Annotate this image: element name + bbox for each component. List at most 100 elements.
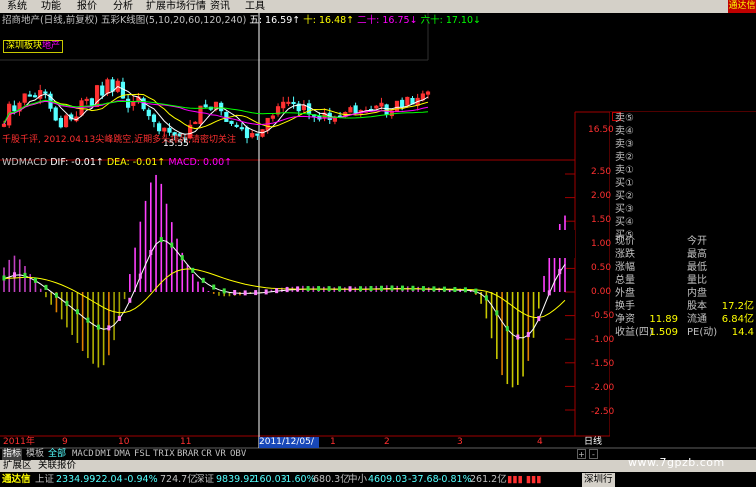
color-candle [421,286,425,292]
period-label[interactable]: 日线 [584,437,602,448]
color-candle [359,286,363,292]
stat-row: 现价 今开 [612,235,756,248]
stat-value: 11.89 [649,314,678,325]
color-candle [233,290,237,296]
candle-body [162,127,167,132]
candle-body [167,127,172,133]
color-candle [96,324,100,330]
candle-body [379,102,384,107]
occlusion-box [272,230,432,258]
order-label: 买① [615,178,634,189]
order-row: 买③ [612,203,756,216]
tab-macd[interactable]: MACD [72,449,94,460]
x-label: 9 [62,437,68,447]
macd-axis-label: -1.00 [591,335,615,345]
sh-pct: -0.94% [124,474,158,485]
menu-news[interactable]: 资讯 [210,0,230,13]
candle-body [100,85,105,96]
sh-value: 2334.99 [56,474,96,485]
stat-label: 最高 [687,249,707,260]
sz-amount: 680.3亿 [313,474,350,485]
color-candle [65,300,69,306]
color-candle [484,295,488,301]
tab-brar[interactable]: BRAR [177,449,199,460]
ext-area-tab[interactable]: 扩展区 [3,460,32,472]
sector-tag[interactable]: 深圳板块地产 [3,40,64,53]
candle-body [239,127,244,130]
color-candle [44,284,48,290]
tab-vr[interactable]: VR [215,449,226,460]
candle-body [146,109,151,117]
tab-cr[interactable]: CR [201,449,212,460]
tab-obv[interactable]: OBV [230,449,246,460]
menu-system[interactable]: 系统 [7,0,27,13]
color-candle [75,309,79,315]
tab-indicator[interactable]: 指标 [2,449,23,460]
related-quote-tab[interactable]: 关联报价 [38,460,76,472]
candle-body [400,99,405,108]
tab-dma[interactable]: DMA [114,449,130,460]
x-label: 4 [537,437,543,447]
color-candle [254,290,258,296]
candle-body [306,103,312,115]
color-candle [243,290,247,296]
stat-label: 今开 [687,236,707,247]
color-candle [327,286,331,292]
color-candle [138,273,142,279]
stat-label: 外盘 [615,288,635,299]
zxb-amount: 261.2亿 [470,474,507,485]
macd-axis-label: -0.50 [591,311,615,321]
menu-ext-market[interactable]: 扩展市场行情 [146,0,206,13]
order-label: 卖⑤ [615,113,634,124]
tab-template[interactable]: 模板 [26,449,44,460]
zoom-in-button[interactable]: + [577,449,586,459]
color-candle [117,315,121,321]
color-candle [526,332,530,338]
macd-value: MACD: 0.00↑ [168,157,233,168]
tab-trix[interactable]: TRIX [153,449,175,460]
server-name[interactable]: 深圳行 [582,473,615,487]
stat-label: 现价 [615,236,635,247]
candle-body [84,98,89,101]
order-row: 卖① [612,164,756,177]
tab-fsl[interactable]: FSL [134,449,150,460]
candle-body [348,107,353,113]
candle-body [32,95,38,98]
sh-amount: 724.7亿 [160,474,197,485]
crosshair-date: 2011/12/05/一 [259,437,319,458]
candle-body [43,91,48,94]
color-candle [379,285,383,291]
order-row: 卖④ [612,125,756,138]
stat-row: 换手 股本 17.2亿 [612,300,756,313]
color-candle [12,272,16,278]
candle-body [405,96,410,106]
info-mine-note[interactable]: 千股千评, 2012.04.13尖峰跳空,近期多头排列,请密切关注 [2,135,236,146]
sz-name[interactable]: 深证 [195,473,214,487]
menu-bar: 系统 功能 报价 分析 扩展市场行情 资讯 工具 通达信 [0,0,756,13]
candle [53,106,58,122]
order-row: 卖② [612,151,756,164]
menu-analysis[interactable]: 分析 [113,0,133,13]
menu-tools[interactable]: 工具 [245,0,265,13]
zxb-name[interactable]: 中小 [348,473,367,487]
status-bar: 通达信 上证 2334.99 -22.04 -0.94% 724.7亿 深证 9… [0,473,756,487]
color-candle [411,285,415,291]
color-candle [128,297,132,303]
menu-function[interactable]: 功能 [41,0,61,13]
candle [394,100,400,112]
occlusion-box [430,230,575,258]
candle [260,129,265,138]
color-candle [317,286,321,292]
tab-all[interactable]: 全部 [48,449,66,460]
order-row: 卖⑤ [612,112,756,125]
sh-name[interactable]: 上证 [35,473,54,487]
menu-quote[interactable]: 报价 [77,0,97,13]
candle-body [250,133,255,138]
zoom-out-button[interactable]: - [589,449,598,459]
candle-body [157,123,162,132]
candle-body [125,98,131,108]
macd-axis-label: 0.00 [591,287,612,297]
color-candle [33,277,37,283]
low-price-mark: 15.55 [163,139,189,149]
tab-dmi[interactable]: DMI [95,449,111,460]
